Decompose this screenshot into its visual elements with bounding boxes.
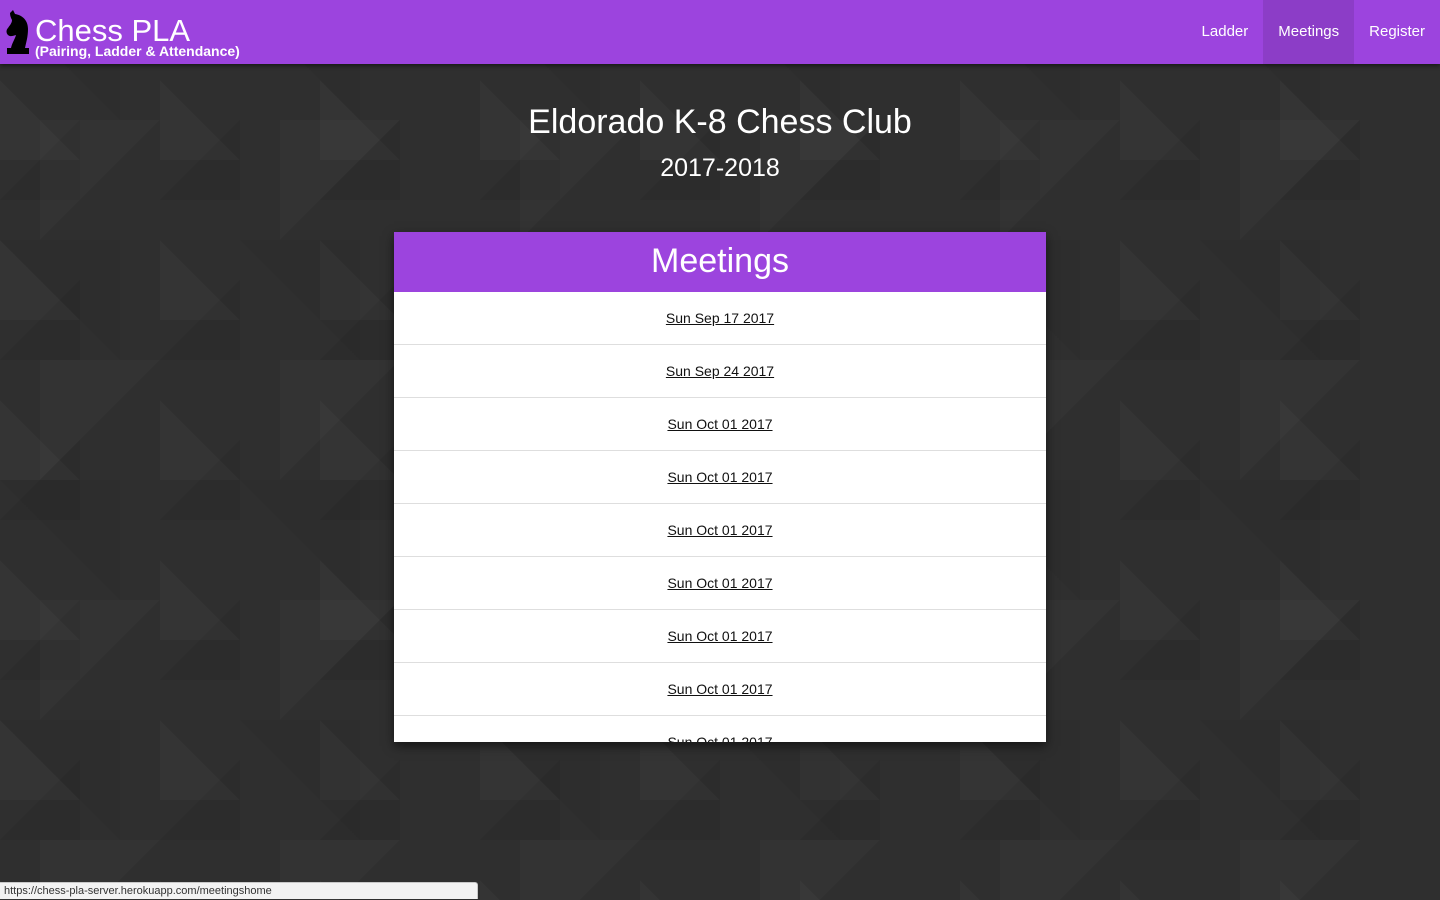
meetings-list[interactable]: Sun Sep 17 2017 Sun Sep 24 2017 Sun Oct …: [394, 292, 1046, 742]
list-item: Sun Oct 01 2017: [394, 610, 1046, 663]
season-label: 2017-2018: [660, 154, 780, 182]
nav-meetings[interactable]: Meetings: [1263, 0, 1355, 64]
meetings-header: Meetings: [394, 232, 1046, 292]
nav-register[interactable]: Register: [1354, 0, 1440, 64]
list-item: Sun Oct 01 2017: [394, 716, 1046, 742]
meeting-link[interactable]: Sun Oct 01 2017: [667, 734, 772, 742]
meeting-link[interactable]: Sun Oct 01 2017: [667, 522, 772, 538]
meeting-link[interactable]: Sun Oct 01 2017: [667, 416, 772, 432]
main-nav: Ladder Meetings Register: [1187, 0, 1440, 64]
list-item: Sun Oct 01 2017: [394, 451, 1046, 504]
meeting-link[interactable]: Sun Sep 24 2017: [666, 363, 774, 379]
list-item: Sun Sep 17 2017: [394, 292, 1046, 345]
meeting-link[interactable]: Sun Oct 01 2017: [667, 628, 772, 644]
meeting-link[interactable]: Sun Oct 01 2017: [667, 681, 772, 697]
list-item: Sun Oct 01 2017: [394, 504, 1046, 557]
app-subtitle: (Pairing, Ladder & Attendance): [35, 43, 240, 59]
list-item: Sun Oct 01 2017: [394, 557, 1046, 610]
meetings-card: Meetings Sun Sep 17 2017 Sun Sep 24 2017…: [394, 232, 1046, 742]
list-item: Sun Sep 24 2017: [394, 345, 1046, 398]
chess-knight-icon: [6, 10, 29, 54]
status-bar-url: https://chess-pla-server.herokuapp.com/m…: [0, 882, 478, 899]
nav-ladder[interactable]: Ladder: [1187, 0, 1264, 64]
club-title: Eldorado K-8 Chess Club: [528, 103, 912, 141]
meeting-link[interactable]: Sun Sep 17 2017: [666, 310, 774, 326]
top-navbar: Chess PLA (Pairing, Ladder & Attendance)…: [0, 0, 1440, 64]
meeting-link[interactable]: Sun Oct 01 2017: [667, 469, 772, 485]
meeting-link[interactable]: Sun Oct 01 2017: [667, 575, 772, 591]
list-item: Sun Oct 01 2017: [394, 663, 1046, 716]
list-item: Sun Oct 01 2017: [394, 398, 1046, 451]
